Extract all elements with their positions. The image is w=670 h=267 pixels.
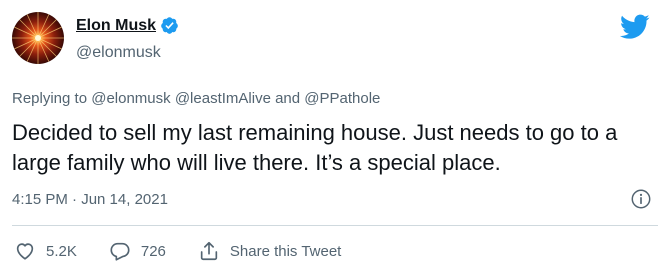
share-icon (200, 241, 218, 261)
verified-badge-icon (161, 17, 178, 34)
reply-mention-2[interactable]: @leastImAlive (175, 90, 271, 107)
twitter-bird-icon[interactable] (620, 14, 650, 40)
reply-conjunction: and (275, 90, 301, 107)
tweet-timestamp[interactable]: 4:15 PM · Jun 14, 2021 (12, 191, 168, 208)
avatar-image (12, 12, 64, 64)
share-label: Share this Tweet (229, 242, 342, 260)
heart-icon (16, 243, 34, 260)
share-button[interactable]: Share this Tweet (198, 240, 341, 262)
tweet-text: Decided to sell my last remaining house.… (12, 120, 618, 175)
reply-context: Replying to @elonmusk @leastImAlive and … (12, 90, 380, 107)
reply-button[interactable]: 726 (109, 240, 166, 262)
author-handle[interactable]: @elonmusk (76, 44, 161, 62)
reply-icon (110, 242, 130, 261)
avatar[interactable] (12, 12, 64, 64)
like-count: 5.2K (46, 242, 77, 260)
divider (12, 225, 658, 226)
reply-count: 726 (140, 242, 166, 260)
info-icon[interactable] (630, 188, 652, 210)
author-name[interactable]: Elon Musk (76, 17, 156, 35)
reply-prefix: Replying to (12, 90, 88, 107)
reply-mention-3[interactable]: @PPathole (304, 90, 380, 107)
like-button[interactable]: 5.2K (14, 240, 77, 262)
tweet-actions: 5.2K 726 Share this Tweet (14, 240, 373, 262)
reply-mention-1[interactable]: @elonmusk (91, 90, 170, 107)
